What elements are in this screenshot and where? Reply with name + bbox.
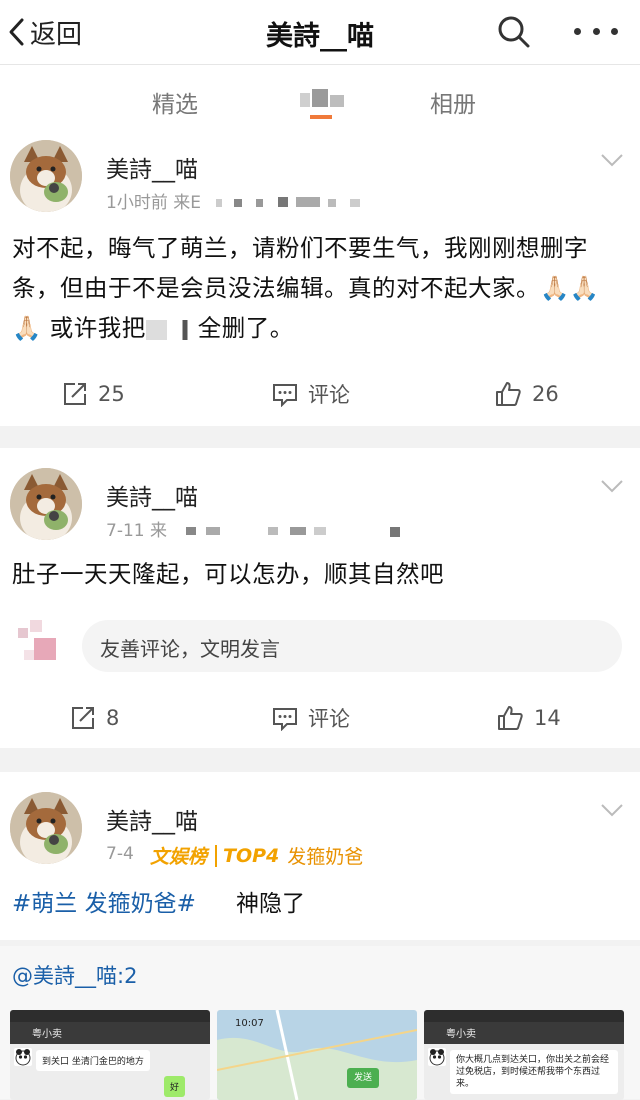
thumbs-up-icon (498, 706, 523, 730)
image-thumbnail[interactable]: 粤小卖 到关口 坐清门金巴的地方 好 (10, 1010, 210, 1100)
like-count: 26 (532, 382, 559, 406)
panda-avatar (428, 1048, 446, 1066)
avatar[interactable] (10, 792, 82, 864)
map-image (217, 1010, 417, 1100)
blurred-tab[interactable] (300, 89, 346, 123)
post-text: 对不起，晦气了萌兰，请粉们不要生气，我刚刚想删字条，但由于不是会员没法编辑。真的… (12, 234, 600, 342)
chevron-down-icon[interactable] (600, 152, 624, 168)
panda-avatar (14, 1048, 32, 1066)
badge-rank: TOP4 (215, 844, 279, 867)
avatar[interactable] (10, 468, 82, 540)
topic-link[interactable]: #萌兰 发箍奶爸# (12, 884, 196, 918)
post-card: 美詩__喵 7-11 来 肚子一天天隆起，可以怎办，顺其自然吧 友善评论，文明发… (0, 448, 640, 748)
comment-placeholder: 友善评论，文明发言 (100, 637, 280, 661)
mention-link[interactable]: @美詩__喵:2 (12, 960, 137, 990)
post-actions: 8 评论 14 (0, 698, 640, 738)
more-icon[interactable] (574, 18, 618, 44)
like-count: 14 (534, 706, 561, 730)
like-button[interactable]: 14 (496, 698, 561, 738)
repost-count: 8 (106, 706, 120, 730)
repost-button[interactable]: 25 (62, 374, 125, 414)
comment-input[interactable]: 友善评论，文明发言 (82, 620, 622, 672)
post-username[interactable]: 美詩__喵 (106, 478, 198, 512)
commenter-avatar (18, 620, 60, 668)
chevron-down-icon[interactable] (600, 478, 624, 494)
post-username[interactable]: 美詩__喵 (106, 802, 198, 836)
page-title: 美詩__喵 (266, 21, 374, 52)
repost-block[interactable]: @美詩__喵:2 粤小卖 到关口 坐清门金巴的地方 好 10:07 发送 粤小卖… (0, 946, 640, 1100)
image-thumbnail[interactable]: 10:07 发送 (217, 1010, 417, 1100)
comment-button[interactable]: 评论 (272, 374, 350, 414)
chevron-down-icon[interactable] (600, 802, 624, 818)
post-meta: 7-11 来 (106, 516, 420, 541)
badge-topic: 发箍奶爸 (287, 846, 364, 868)
thumbs-up-icon (496, 382, 521, 406)
post-time: 7-11 来 (106, 521, 167, 541)
repost-button[interactable]: 8 (70, 698, 119, 738)
image-grid: 粤小卖 到关口 坐清门金巴的地方 好 10:07 发送 粤小卖 你大概几点到达关… (10, 1010, 630, 1100)
top-bar: 返回 美詩__喵 (0, 0, 640, 64)
blurred-source (216, 197, 361, 207)
post-card: 美詩__喵 1小时前 来E 对不起，晦气了萌兰，请粉们不要生气，我刚刚想删字条，… (0, 126, 640, 426)
image-thumbnail[interactable]: 粤小卖 你大概几点到达关口，你出关之前会经过免税店，到时候还帮我带个东西过来。 (424, 1010, 624, 1100)
comment-icon (273, 384, 297, 407)
avatar[interactable] (10, 140, 82, 212)
blurred-source (186, 527, 401, 537)
tab-featured[interactable]: 精选 (152, 85, 198, 119)
search-icon[interactable] (496, 14, 532, 50)
post-text: 神隐了 (236, 891, 305, 917)
comment-icon (273, 708, 297, 731)
post-text: 肚子一天天隆起，可以怎办，顺其自然吧 (12, 560, 444, 588)
repost-count: 25 (98, 382, 125, 406)
repost-icon (64, 383, 86, 405)
post-actions: 25 评论 26 (0, 374, 640, 414)
post-date: 7-4 (106, 844, 134, 864)
comment-button[interactable]: 评论 (272, 698, 350, 738)
profile-tabs: 精选 相册 (0, 64, 640, 126)
badge-category: 文娱榜 (150, 846, 208, 868)
post-meta: 1小时前 来E (106, 188, 366, 213)
post-card: 美詩__喵 7-4 文娱榜 TOP4 发箍奶爸 #萌兰 发箍奶爸# 神隐了 (0, 772, 640, 940)
blurred-word (145, 319, 198, 340)
comment-label: 评论 (308, 707, 350, 731)
ranking-badge[interactable]: 文娱榜 TOP4 发箍奶爸 (150, 842, 363, 869)
comment-label: 评论 (308, 383, 350, 407)
post-username[interactable]: 美詩__喵 (106, 150, 198, 184)
like-button[interactable]: 26 (494, 374, 559, 414)
post-time: 1小时前 来E (106, 193, 201, 213)
tab-album[interactable]: 相册 (430, 85, 476, 119)
repost-icon (72, 707, 94, 729)
